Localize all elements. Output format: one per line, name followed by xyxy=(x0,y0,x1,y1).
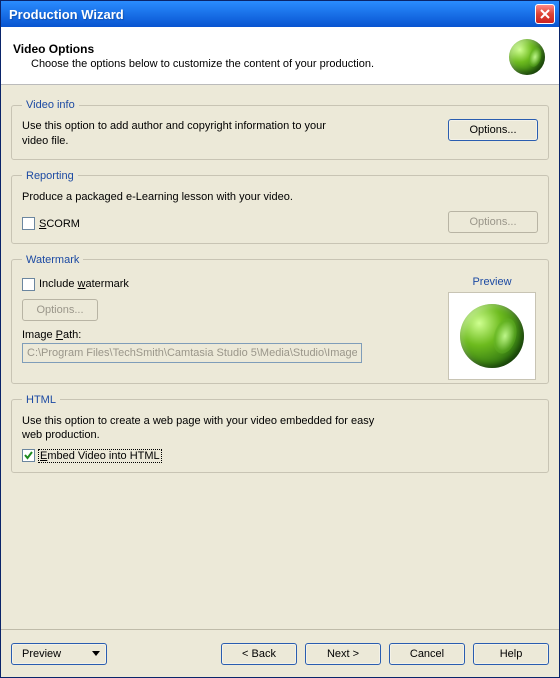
include-watermark-checkbox[interactable] xyxy=(22,278,35,291)
preview-frame xyxy=(448,292,536,380)
checkmark-icon xyxy=(23,450,34,461)
watermark-legend: Watermark xyxy=(22,254,83,266)
close-icon xyxy=(540,9,550,19)
preview-button-label: Preview xyxy=(22,648,61,660)
preview-label: Preview xyxy=(448,276,536,288)
cancel-button[interactable]: Cancel xyxy=(389,643,465,665)
reporting-options-button: Options... xyxy=(448,211,538,233)
watermark-options-button: Options... xyxy=(22,299,98,321)
html-desc: Use this option to create a web page wit… xyxy=(22,414,382,444)
page-subtitle: Choose the options below to customize th… xyxy=(31,57,374,72)
sphere-icon xyxy=(460,304,524,368)
reporting-desc: Produce a packaged e-Learning lesson wit… xyxy=(22,190,538,205)
video-info-options-button[interactable]: Options... xyxy=(448,119,538,141)
next-button[interactable]: Next > xyxy=(305,643,381,665)
watermark-group: Watermark Include watermark Options... I… xyxy=(11,254,549,384)
html-legend: HTML xyxy=(22,394,60,406)
wizard-window: Production Wizard Video Options Choose t… xyxy=(0,0,560,678)
scorm-checkbox-row[interactable]: SCORM xyxy=(22,217,80,230)
embed-html-row[interactable]: Embed Video into HTML xyxy=(22,449,538,462)
watermark-preview: Preview xyxy=(448,276,536,380)
page-title: Video Options xyxy=(13,41,374,57)
titlebar: Production Wizard xyxy=(1,1,559,27)
include-watermark-row[interactable]: Include watermark xyxy=(22,278,362,291)
scorm-label: SCORM xyxy=(39,218,80,230)
scorm-checkbox[interactable] xyxy=(22,217,35,230)
include-watermark-label: Include watermark xyxy=(39,278,129,290)
help-button[interactable]: Help xyxy=(473,643,549,665)
video-info-legend: Video info xyxy=(22,99,79,111)
content-area: Video info Use this option to add author… xyxy=(1,85,559,629)
html-group: HTML Use this option to create a web pag… xyxy=(11,394,549,474)
header-text: Video Options Choose the options below t… xyxy=(13,41,374,72)
window-title: Production Wizard xyxy=(9,7,124,22)
reporting-legend: Reporting xyxy=(22,170,78,182)
sphere-icon xyxy=(509,39,545,75)
reporting-group: Reporting Produce a packaged e-Learning … xyxy=(11,170,549,244)
video-info-desc: Use this option to add author and copyri… xyxy=(22,119,342,149)
chevron-down-icon xyxy=(92,651,100,656)
preview-button[interactable]: Preview xyxy=(11,643,107,665)
embed-html-checkbox[interactable] xyxy=(22,449,35,462)
back-button[interactable]: < Back xyxy=(221,643,297,665)
video-info-group: Video info Use this option to add author… xyxy=(11,99,549,160)
nav-buttons: < Back Next > Cancel Help xyxy=(221,643,549,665)
wizard-header: Video Options Choose the options below t… xyxy=(1,27,559,85)
embed-html-label: Embed Video into HTML xyxy=(39,450,161,462)
image-path-label: Image Path: xyxy=(22,329,362,341)
product-logo xyxy=(507,37,547,77)
image-path-input xyxy=(22,343,362,363)
wizard-footer: Preview < Back Next > Cancel Help xyxy=(1,629,559,677)
close-button[interactable] xyxy=(535,4,555,24)
